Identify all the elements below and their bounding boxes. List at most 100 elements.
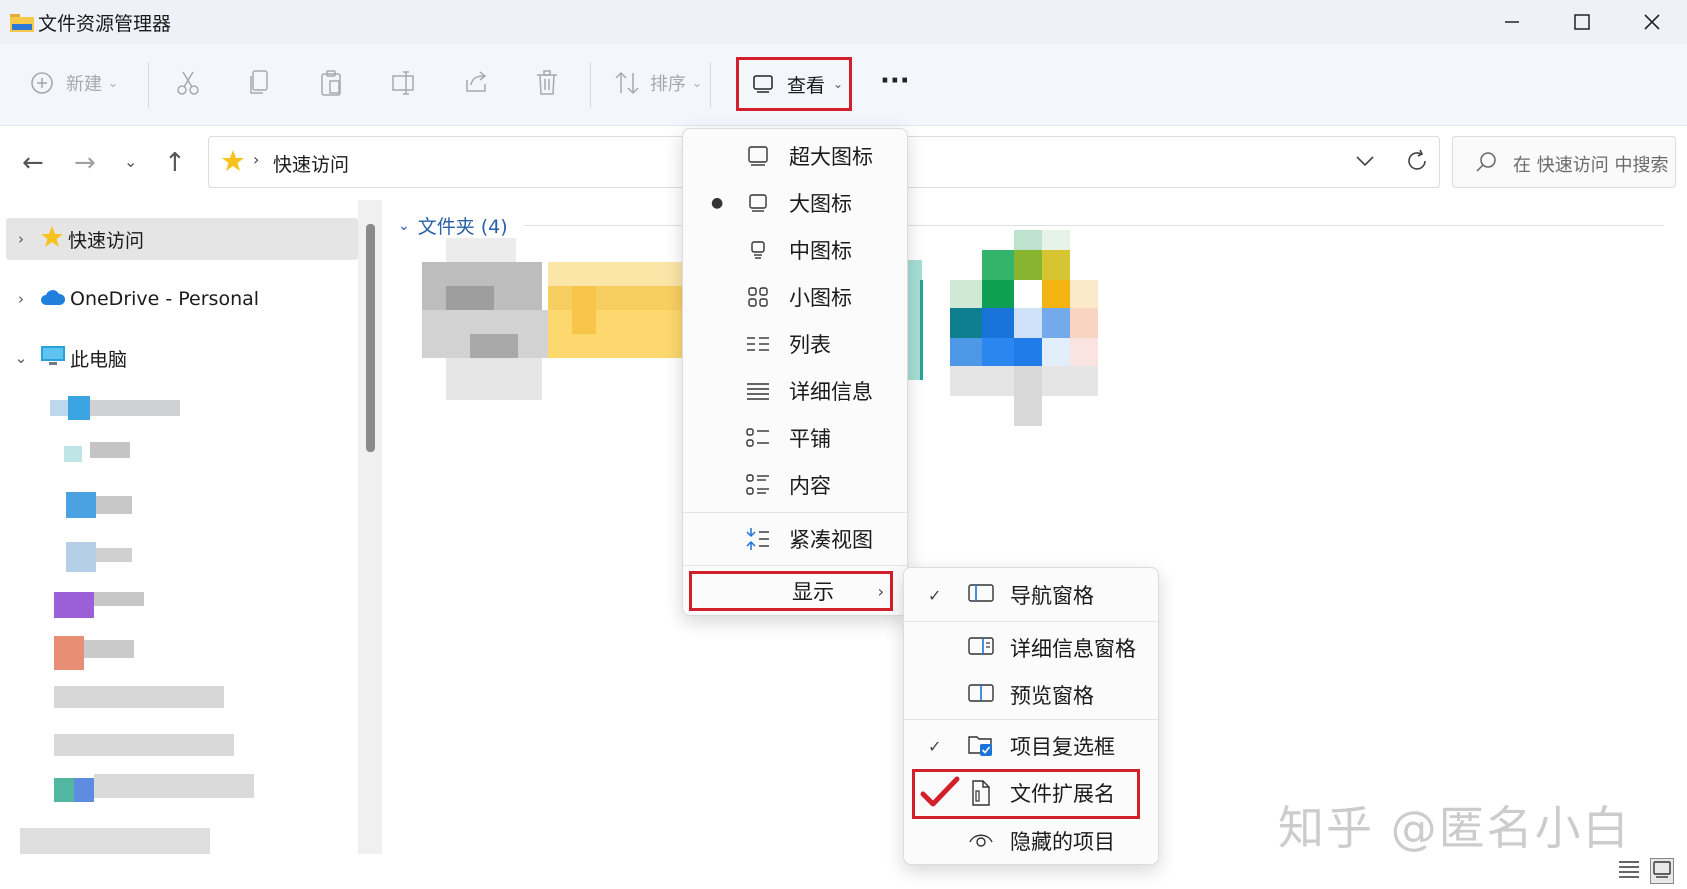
status-bar-view-toggles: [1618, 858, 1674, 884]
group-header-label: 文件夹 (4): [417, 216, 508, 238]
arrow-right-icon: →: [74, 148, 96, 178]
chevron-down-icon: [1356, 156, 1374, 167]
menu-item-content[interactable]: 内容: [683, 462, 909, 508]
navigation-pane-icon: [968, 582, 996, 608]
submenu-item-details-pane[interactable]: 详细信息窗格: [904, 625, 1160, 671]
menu-item-tiles[interactable]: 平铺: [683, 415, 909, 461]
checkmark-icon: ✓: [928, 585, 942, 605]
view-button[interactable]: 查看 ⌄: [736, 57, 852, 111]
submenu-item-navigation-pane[interactable]: ✓ 导航窗格: [904, 572, 1160, 618]
search-icon: [1475, 151, 1497, 177]
menu-item-label: 中图标: [789, 239, 852, 263]
medium-icons-icon: [745, 237, 771, 263]
menu-item-label: 大图标: [789, 192, 852, 216]
menu-item-compact-view[interactable]: 紧凑视图: [683, 516, 909, 562]
file-explorer-icon: [10, 12, 34, 32]
compact-view-icon: [745, 526, 771, 552]
chevron-down-icon: ⌄: [833, 77, 844, 91]
menu-item-extra-large-icons[interactable]: 超大图标: [683, 133, 909, 179]
breadcrumb-separator-icon: ›: [253, 150, 260, 169]
chevron-down-icon: ⌄: [398, 217, 410, 234]
rename-icon: [392, 71, 414, 95]
copy-button[interactable]: [248, 70, 270, 96]
chevron-down-icon[interactable]: ⌄: [6, 349, 36, 367]
menu-separator: [904, 719, 1160, 720]
navigation-pane: › 快速访问 › OneDrive - Personal ⌄ 此电脑: [0, 200, 384, 889]
menu-item-list[interactable]: 列表: [683, 321, 909, 367]
show-submenu: ✓ 导航窗格 详细信息窗格 预览窗格 ✓ 项目复选框 文件扩展名 隐藏的项目: [903, 567, 1160, 865]
star-icon: [221, 149, 245, 177]
sidebar-item-label: 快速访问: [68, 229, 145, 252]
minimize-button[interactable]: [1477, 0, 1547, 44]
maximize-button[interactable]: [1547, 0, 1617, 44]
up-button[interactable]: ↑: [164, 148, 186, 178]
minimize-icon: [1505, 21, 1519, 23]
share-icon: [466, 71, 487, 92]
menu-item-label: 平铺: [789, 427, 831, 451]
menu-item-label: 显示: [792, 580, 834, 604]
menu-item-medium-icons[interactable]: 中图标: [683, 227, 909, 273]
chevron-right-icon: ›: [877, 581, 884, 601]
sidebar-item-label: OneDrive - Personal: [70, 288, 260, 310]
rename-button[interactable]: [392, 70, 416, 96]
large-icons-icon: [745, 190, 771, 216]
back-button[interactable]: ←: [22, 148, 44, 178]
submenu-item-label: 导航窗格: [1010, 584, 1094, 608]
new-button[interactable]: 新建 ⌄: [30, 70, 118, 96]
selected-bullet-icon: ●: [711, 195, 724, 211]
breadcrumb[interactable]: 快速访问: [273, 150, 349, 177]
menu-item-details[interactable]: 详细信息: [683, 368, 909, 414]
share-button[interactable]: [464, 70, 488, 94]
menu-separator: [683, 512, 909, 513]
paste-button[interactable]: [320, 70, 342, 96]
sidebar-scrollbar-thumb[interactable]: [366, 224, 375, 452]
submenu-item-item-checkboxes[interactable]: ✓ 项目复选框: [904, 723, 1160, 769]
submenu-item-label: 详细信息窗格: [1010, 637, 1136, 661]
chevron-right-icon[interactable]: ›: [6, 290, 36, 308]
sidebar-item-quick-access[interactable]: › 快速访问: [6, 218, 358, 260]
extra-large-icons-icon: [745, 143, 771, 169]
recent-locations-button[interactable]: ⌄: [124, 152, 137, 171]
separator: [148, 62, 149, 108]
window-title: 文件资源管理器: [38, 12, 172, 35]
preview-pane-icon: [968, 682, 996, 708]
menu-item-label: 内容: [789, 474, 831, 498]
close-icon: [1644, 14, 1660, 30]
menu-item-large-icons[interactable]: ● 大图标: [683, 180, 909, 226]
item-checkboxes-icon: [968, 733, 996, 759]
checkmark-icon: ✓: [928, 736, 942, 756]
more-button[interactable]: ···: [880, 66, 910, 96]
chevron-down-icon: ⌄: [692, 76, 703, 90]
chevron-right-icon[interactable]: ›: [6, 230, 36, 248]
forward-button[interactable]: →: [74, 148, 96, 178]
plus-circle-icon: [31, 72, 53, 94]
submenu-item-hidden-items[interactable]: 隐藏的项目: [904, 818, 1160, 864]
sidebar-item-onedrive[interactable]: › OneDrive - Personal: [6, 278, 358, 320]
tiles-icon: [745, 425, 771, 451]
details-pane-icon: [968, 635, 996, 661]
refresh-button[interactable]: [1405, 149, 1429, 177]
group-header[interactable]: ⌄ 文件夹 (4): [398, 212, 508, 239]
menu-item-label: 列表: [789, 333, 831, 357]
details-view-toggle[interactable]: [1618, 858, 1640, 884]
menu-item-show[interactable]: 显示 ›: [689, 571, 893, 611]
sidebar-item-label: 此电脑: [70, 348, 128, 371]
sort-button[interactable]: 排序 ⌄: [614, 70, 702, 96]
cut-button[interactable]: [176, 70, 200, 96]
content-icon: [745, 472, 771, 498]
sidebar-item-this-pc[interactable]: ⌄ 此电脑: [6, 337, 358, 379]
search-input[interactable]: 在 快速访问 中搜索: [1452, 136, 1676, 188]
search-placeholder: 在 快速访问 中搜索: [1513, 155, 1669, 176]
close-button[interactable]: [1617, 0, 1687, 44]
view-menu: 超大图标 ● 大图标 中图标 小图标 列表 详细信息 平铺 内容 紧凑视图 显示…: [682, 128, 909, 616]
address-dropdown-button[interactable]: [1355, 149, 1375, 173]
list-icon: [745, 331, 771, 357]
delete-button[interactable]: [536, 70, 558, 96]
menu-separator: [904, 621, 1160, 622]
submenu-item-preview-pane[interactable]: 预览窗格: [904, 672, 1160, 718]
chevron-down-icon: ⌄: [108, 76, 119, 90]
details-icon: [1619, 861, 1639, 878]
menu-item-small-icons[interactable]: 小图标: [683, 274, 909, 320]
chevron-down-icon: ⌄: [124, 152, 138, 171]
large-icons-view-toggle[interactable]: [1650, 858, 1674, 884]
